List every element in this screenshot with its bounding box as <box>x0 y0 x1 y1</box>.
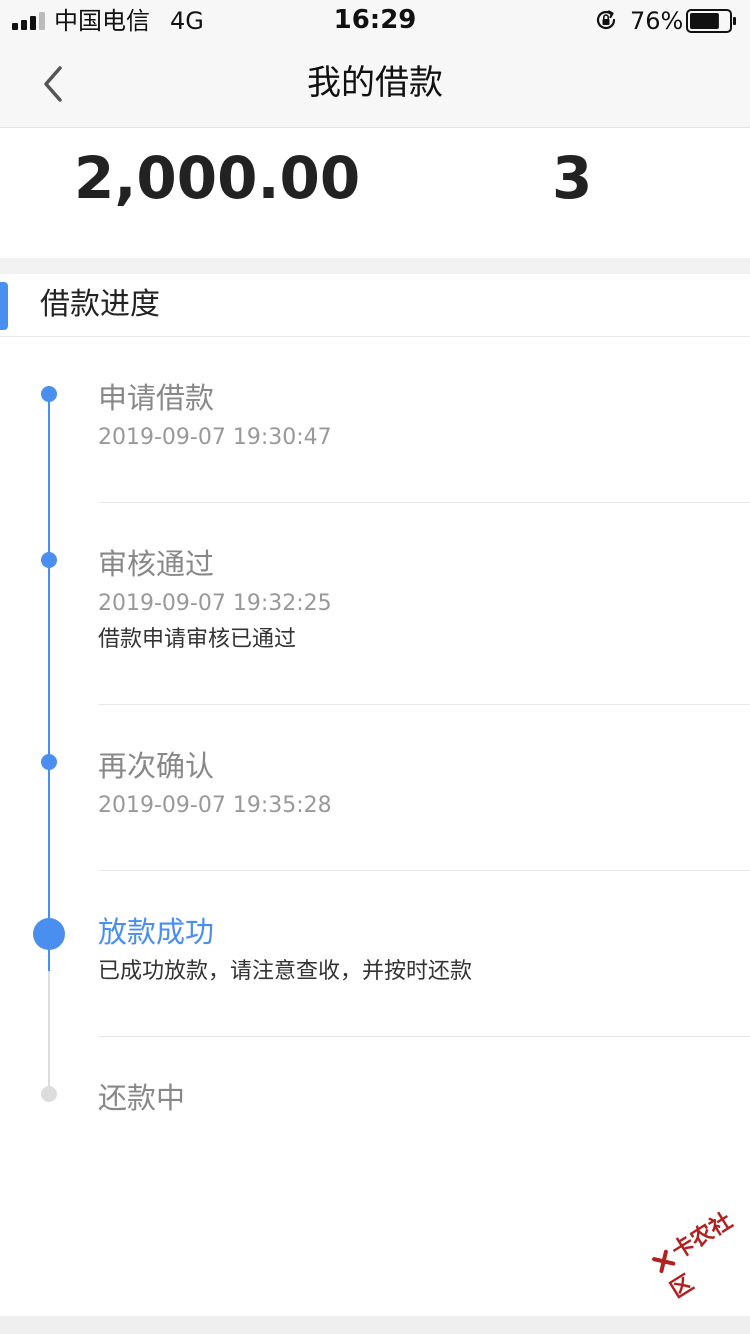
rotation-lock-icon <box>596 10 616 30</box>
loan-term: 3 <box>552 144 593 212</box>
chevron-left-icon <box>44 66 62 102</box>
section-header: 借款进度 <box>0 274 750 337</box>
step-title: 审核通过 <box>98 547 215 581</box>
section-title: 借款进度 <box>40 287 160 322</box>
timeline-step: 申请借款 2019-09-07 19:30:47 <box>98 378 750 454</box>
navigation-bar: 我的借款 <box>0 40 750 128</box>
section-spacer <box>0 258 750 274</box>
step-time: 2019-09-07 19:32:25 <box>98 591 332 616</box>
step-time: 2019-09-07 19:35:28 <box>98 793 332 818</box>
timeline-dot <box>41 386 57 402</box>
loan-summary: 2,000.00 3 <box>0 128 750 258</box>
loan-progress-timeline: 申请借款 2019-09-07 19:30:47 审核通过 2019-09-07… <box>0 337 750 1237</box>
step-title: 再次确认 <box>98 749 215 783</box>
step-description: 已成功放款，请注意查收，并按时还款 <box>98 959 473 984</box>
step-title: 还款中 <box>98 1081 186 1115</box>
divider <box>98 1036 750 1037</box>
back-button[interactable] <box>30 60 78 108</box>
step-title: 放款成功 <box>98 915 215 949</box>
timeline-line-pending <box>48 971 50 1093</box>
timeline-dot <box>41 754 57 770</box>
page-title: 我的借款 <box>307 63 443 103</box>
step-description: 借款申请审核已通过 <box>98 627 297 652</box>
timeline-step: 审核通过 2019-09-07 19:32:25 借款申请审核已通过 <box>98 544 750 656</box>
timeline-step-current: 放款成功 已成功放款，请注意查收，并按时还款 <box>98 912 750 988</box>
footer-band <box>0 1316 750 1334</box>
divider <box>98 502 750 503</box>
timeline-step-pending: 还款中 <box>98 1078 750 1118</box>
timeline-dot-current <box>33 918 65 950</box>
timeline-dot <box>41 552 57 568</box>
step-title: 申请借款 <box>98 381 215 415</box>
loan-amount: 2,000.00 <box>74 144 361 212</box>
divider <box>98 870 750 871</box>
watermark-mark-icon <box>652 1249 676 1273</box>
divider <box>98 704 750 705</box>
battery-percent: 76% <box>630 7 684 35</box>
battery-icon <box>686 9 736 33</box>
timeline-line-completed <box>48 393 50 971</box>
status-bar: 中国电信 4G 16:29 76% <box>0 0 750 40</box>
timeline-step: 再次确认 2019-09-07 19:35:28 <box>98 746 750 822</box>
section-marker <box>0 282 8 330</box>
timeline-dot-pending <box>41 1086 57 1102</box>
step-time: 2019-09-07 19:30:47 <box>98 425 332 450</box>
